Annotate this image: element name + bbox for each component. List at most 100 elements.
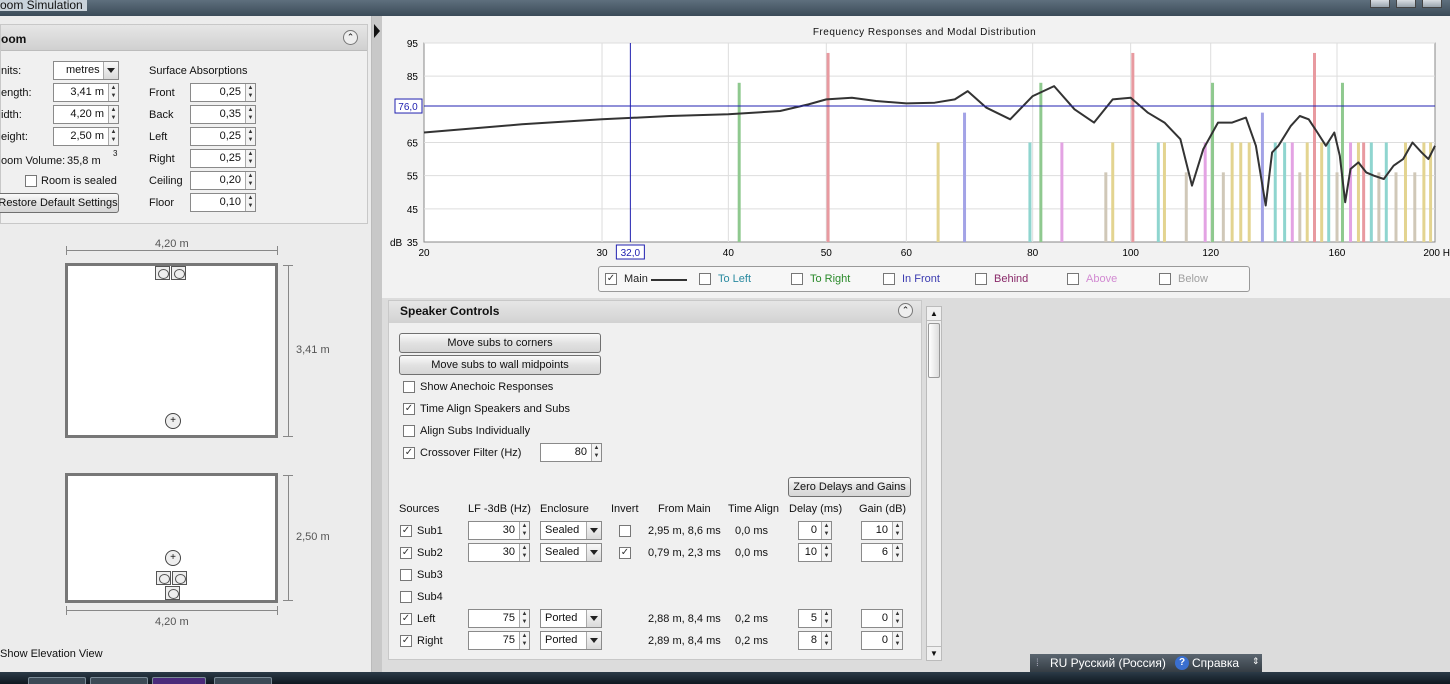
scroll-thumb[interactable] — [928, 323, 940, 378]
spinner-icon[interactable]: ▲ ▼ — [245, 172, 255, 189]
invert-checkbox[interactable] — [619, 525, 631, 537]
taskbar-button[interactable] — [152, 677, 206, 684]
absorption-field-back[interactable]: 0,35 ▲ ▼ — [190, 105, 256, 124]
collapse-icon[interactable]: ⌃ — [898, 303, 913, 318]
move-subs-midpoints-button[interactable]: Move subs to wall midpoints — [399, 355, 601, 375]
legend-label[interactable]: To Right — [810, 273, 850, 285]
lf-field[interactable]: 30 ▲ ▼ — [468, 521, 530, 540]
spinner-icon[interactable]: ▲ ▼ — [892, 544, 902, 561]
option-checkbox[interactable]: ✓ — [403, 447, 415, 459]
units-select[interactable]: metres — [53, 61, 119, 80]
absorption-field-left[interactable]: 0,25 ▲ ▼ — [190, 127, 256, 146]
legend-checkbox[interactable] — [791, 273, 803, 285]
enclosure-select[interactable]: Sealed — [540, 543, 602, 562]
crossover-field[interactable]: 80 ▲ ▼ — [540, 443, 602, 462]
listener-icon[interactable]: + — [165, 550, 181, 566]
spinner-icon[interactable]: ▲ ▼ — [892, 610, 902, 627]
panel-splitter[interactable] — [372, 16, 382, 672]
spinner-icon[interactable]: ▲ ▼ — [108, 84, 118, 101]
move-subs-corners-button[interactable]: Move subs to corners — [399, 333, 601, 353]
legend-label[interactable]: To Left — [718, 273, 751, 285]
spinner-icon[interactable]: ▲ ▼ — [519, 544, 529, 561]
option-checkbox[interactable] — [403, 381, 415, 393]
source-checkbox[interactable]: ✓ — [400, 613, 412, 625]
absorption-field-front[interactable]: 0,25 ▲ ▼ — [190, 83, 256, 102]
option-checkbox[interactable]: ✓ — [403, 403, 415, 415]
legend-checkbox[interactable] — [975, 273, 987, 285]
spinner-icon[interactable]: ▲ ▼ — [519, 522, 529, 539]
spinner-icon[interactable]: ▲ ▼ — [519, 610, 529, 627]
source-checkbox[interactable] — [400, 569, 412, 581]
frequency-chart[interactable]: 95 85 65 55 45 35 dB 20 30 40 50 60 80 100 120 160 200 H… — [382, 16, 1450, 264]
enclosure-select[interactable]: Ported — [540, 609, 602, 628]
speaker-controls-scrollbar[interactable]: ▲ ▼ — [926, 306, 942, 661]
spinner-icon[interactable]: ▲ ▼ — [108, 106, 118, 123]
spinner-icon[interactable]: ▲ ▼ — [519, 632, 529, 649]
langbar-options-icon[interactable]: ⇕ — [1252, 656, 1260, 667]
taskbar-button[interactable] — [90, 677, 148, 684]
spinner-icon[interactable]: ▲ ▼ — [245, 194, 255, 211]
speaker-right-icon[interactable] — [171, 266, 186, 280]
minimize-button[interactable] — [1370, 0, 1390, 8]
listener-icon[interactable]: + — [165, 413, 181, 429]
lf-field[interactable]: 75 ▲ ▼ — [468, 609, 530, 628]
speaker-controls-header[interactable]: Speaker Controls ⌃ — [389, 301, 921, 323]
taskbar-button[interactable] — [214, 677, 272, 684]
language-bar[interactable]: ⁞ RU Русский (Россия) ? Справка ⇕ — [1030, 654, 1262, 674]
delay-field[interactable]: 5 ▲ ▼ — [798, 609, 832, 628]
restore-defaults-button[interactable]: Restore Default Settings — [0, 193, 119, 213]
legend-label[interactable]: Main — [624, 273, 648, 285]
source-checkbox[interactable]: ✓ — [400, 525, 412, 537]
spinner-icon[interactable]: ▲ ▼ — [821, 522, 831, 539]
gain-field[interactable]: 10 ▲ ▼ — [861, 521, 903, 540]
legend-checkbox[interactable] — [1159, 273, 1171, 285]
room-plan-side[interactable]: + — [65, 473, 278, 603]
legend-checkbox[interactable] — [1067, 273, 1079, 285]
zero-delays-gains-button[interactable]: Zero Delays and Gains — [788, 477, 911, 497]
spinner-icon[interactable]: ▲ ▼ — [245, 106, 255, 123]
subwoofer-icon[interactable] — [156, 571, 171, 585]
spinner-icon[interactable]: ▲ ▼ — [108, 128, 118, 145]
option-checkbox[interactable] — [403, 425, 415, 437]
drag-handle-icon[interactable]: ⁞ — [1036, 658, 1039, 669]
length-field[interactable]: 3,41 m ▲ ▼ — [53, 83, 119, 102]
spinner-icon[interactable]: ▲ ▼ — [892, 522, 902, 539]
spinner-icon[interactable]: ▲ ▼ — [591, 444, 601, 461]
collapse-icon[interactable]: ⌃ — [343, 30, 358, 45]
legend-label[interactable]: Below — [1178, 273, 1208, 285]
spinner-icon[interactable]: ▲ ▼ — [892, 632, 902, 649]
enclosure-select[interactable]: Sealed — [540, 521, 602, 540]
spinner-icon[interactable]: ▲ ▼ — [245, 128, 255, 145]
legend-checkbox[interactable] — [883, 273, 895, 285]
source-checkbox[interactable]: ✓ — [400, 635, 412, 647]
lf-field[interactable]: 75 ▲ ▼ — [468, 631, 530, 650]
gain-field[interactable]: 6 ▲ ▼ — [861, 543, 903, 562]
gain-field[interactable]: 0 ▲ ▼ — [861, 631, 903, 650]
spinner-icon[interactable]: ▲ ▼ — [821, 632, 831, 649]
height-field[interactable]: 2,50 m ▲ ▼ — [53, 127, 119, 146]
elevation-toggle[interactable]: Show Elevation View — [0, 648, 103, 660]
legend-label[interactable]: Above — [1086, 273, 1117, 285]
absorption-field-right[interactable]: 0,25 ▲ ▼ — [190, 149, 256, 168]
absorption-field-floor[interactable]: 0,10 ▲ ▼ — [190, 193, 256, 212]
taskbar-button[interactable] — [28, 677, 86, 684]
room-header[interactable]: oom ⌃ — [1, 25, 367, 51]
help-label[interactable]: Справка — [1192, 656, 1239, 670]
sealed-checkbox[interactable] — [25, 175, 37, 187]
source-checkbox[interactable]: ✓ — [400, 547, 412, 559]
gain-field[interactable]: 0 ▲ ▼ — [861, 609, 903, 628]
delay-field[interactable]: 8 ▲ ▼ — [798, 631, 832, 650]
invert-checkbox[interactable]: ✓ — [619, 547, 631, 559]
subwoofer-icon[interactable] — [165, 586, 180, 600]
spinner-icon[interactable]: ▲ ▼ — [821, 544, 831, 561]
room-plan-top[interactable]: + — [65, 263, 278, 438]
speaker-left-icon[interactable] — [155, 266, 170, 280]
legend-label[interactable]: In Front — [902, 273, 940, 285]
subwoofer-icon[interactable] — [172, 571, 187, 585]
spinner-icon[interactable]: ▲ ▼ — [245, 150, 255, 167]
language-label[interactable]: RU Русский (Россия) — [1050, 656, 1166, 670]
scroll-up-icon[interactable]: ▲ — [927, 307, 941, 321]
maximize-button[interactable] — [1396, 0, 1416, 8]
width-field[interactable]: 4,20 m ▲ ▼ — [53, 105, 119, 124]
close-button[interactable] — [1422, 0, 1442, 8]
